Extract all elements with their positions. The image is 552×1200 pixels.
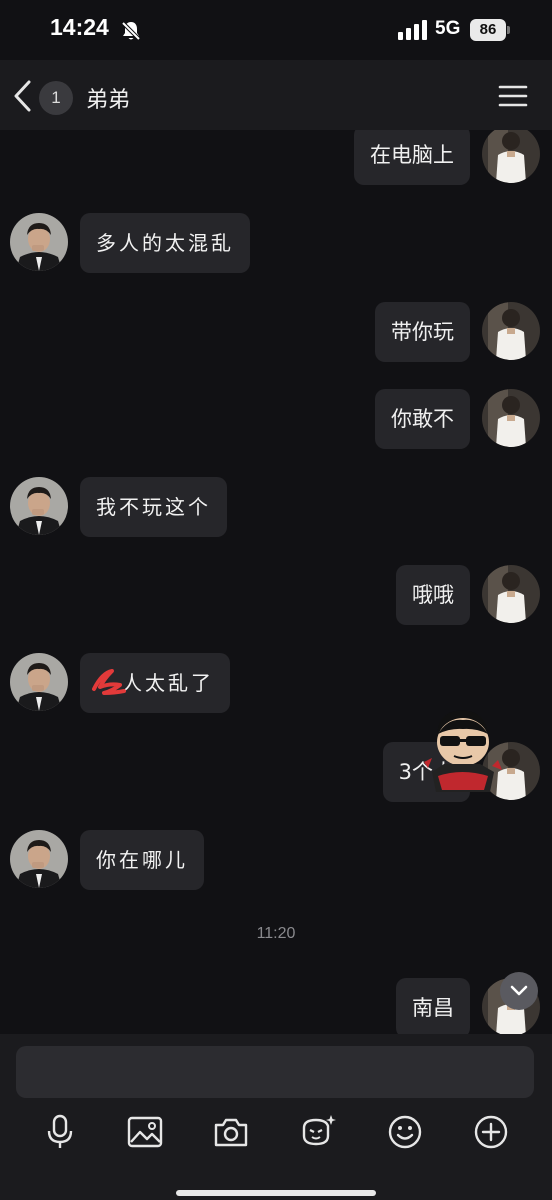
chevron-down-icon [510,985,528,996]
unread-badge[interactable]: 1 [39,81,73,115]
red-scribble-redaction [92,669,126,695]
camera-icon[interactable] [211,1112,251,1152]
message-bubble-sent[interactable]: 哦哦 [396,565,470,625]
microphone-icon[interactable] [40,1112,80,1152]
message-bubble-sent[interactable]: 你敢不 [375,389,470,449]
image-icon[interactable] [125,1112,165,1152]
scroll-to-bottom-button[interactable] [500,972,538,1010]
home-indicator [176,1190,376,1196]
contact-avatar[interactable] [10,477,68,535]
back-chevron-icon[interactable] [10,78,36,114]
contact-avatar[interactable] [10,653,68,711]
message-bubble-received[interactable]: 多人的太混乱 [80,213,250,273]
contact-avatar[interactable] [10,830,68,888]
my-avatar[interactable] [482,130,540,183]
message-bubble-sent[interactable]: 南昌 [396,978,470,1034]
message-bubble-received[interactable]: 你在哪儿 [80,830,204,890]
signal-icon [398,20,427,40]
cartoon-sticker-icon [424,710,502,792]
time-separator: 11:20 [256,925,296,942]
emoji-icon[interactable] [385,1112,425,1152]
chat-area[interactable]: 在电脑上 多人的太混乱 带你玩 你敢不 我不玩这个 哦哦 人太乱了 3个人 你在… [0,130,552,1034]
bell-off-icon [121,21,141,41]
menu-icon[interactable] [498,84,528,108]
chat-header: 1 弟弟 [0,60,552,130]
chat-title: 弟弟 [86,88,131,113]
plus-icon[interactable] [471,1112,511,1152]
ai-sparkle-icon[interactable] [298,1112,338,1152]
my-avatar[interactable] [482,302,540,360]
status-bar: 14:24 5G 86 [0,0,552,60]
my-avatar[interactable] [482,565,540,623]
message-bubble-received[interactable]: 我不玩这个 [80,477,227,537]
battery-cap [507,26,510,34]
message-bubble-sent[interactable]: 带你玩 [375,302,470,362]
network-type: 5G [435,18,461,39]
my-avatar[interactable] [482,389,540,447]
status-time: 14:24 [50,14,109,40]
input-area [0,1034,552,1200]
battery-icon: 86 [470,19,506,41]
contact-avatar[interactable] [10,213,68,271]
message-bubble-sent[interactable]: 在电脑上 [354,130,470,185]
message-input[interactable] [16,1046,534,1098]
